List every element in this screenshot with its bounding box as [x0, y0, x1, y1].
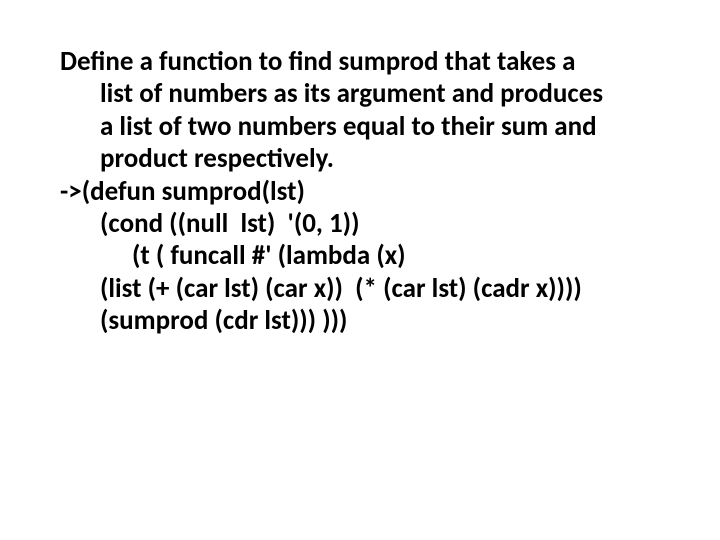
- text-line: a list of two numbers equal to their sum…: [60, 111, 660, 143]
- text-line: product respectively.: [60, 143, 660, 175]
- code-line: (cond ((null lst) '(0, 1)): [60, 208, 660, 240]
- text-line: list of numbers as its argument and prod…: [60, 78, 660, 110]
- slide-body: Define a function to find sumprod that t…: [60, 46, 660, 338]
- code-line: ->(defun sumprod(lst): [60, 176, 660, 208]
- code-line: (list (+ (car lst) (car x)) (* (car lst)…: [60, 273, 660, 305]
- text-line: Define a function to find sumprod that t…: [60, 46, 660, 78]
- code-line: (t ( funcall #' (lambda (x): [60, 240, 660, 272]
- slide: Define a function to find sumprod that t…: [0, 0, 720, 540]
- code-line: (sumprod (cdr lst))) ))): [60, 305, 660, 337]
